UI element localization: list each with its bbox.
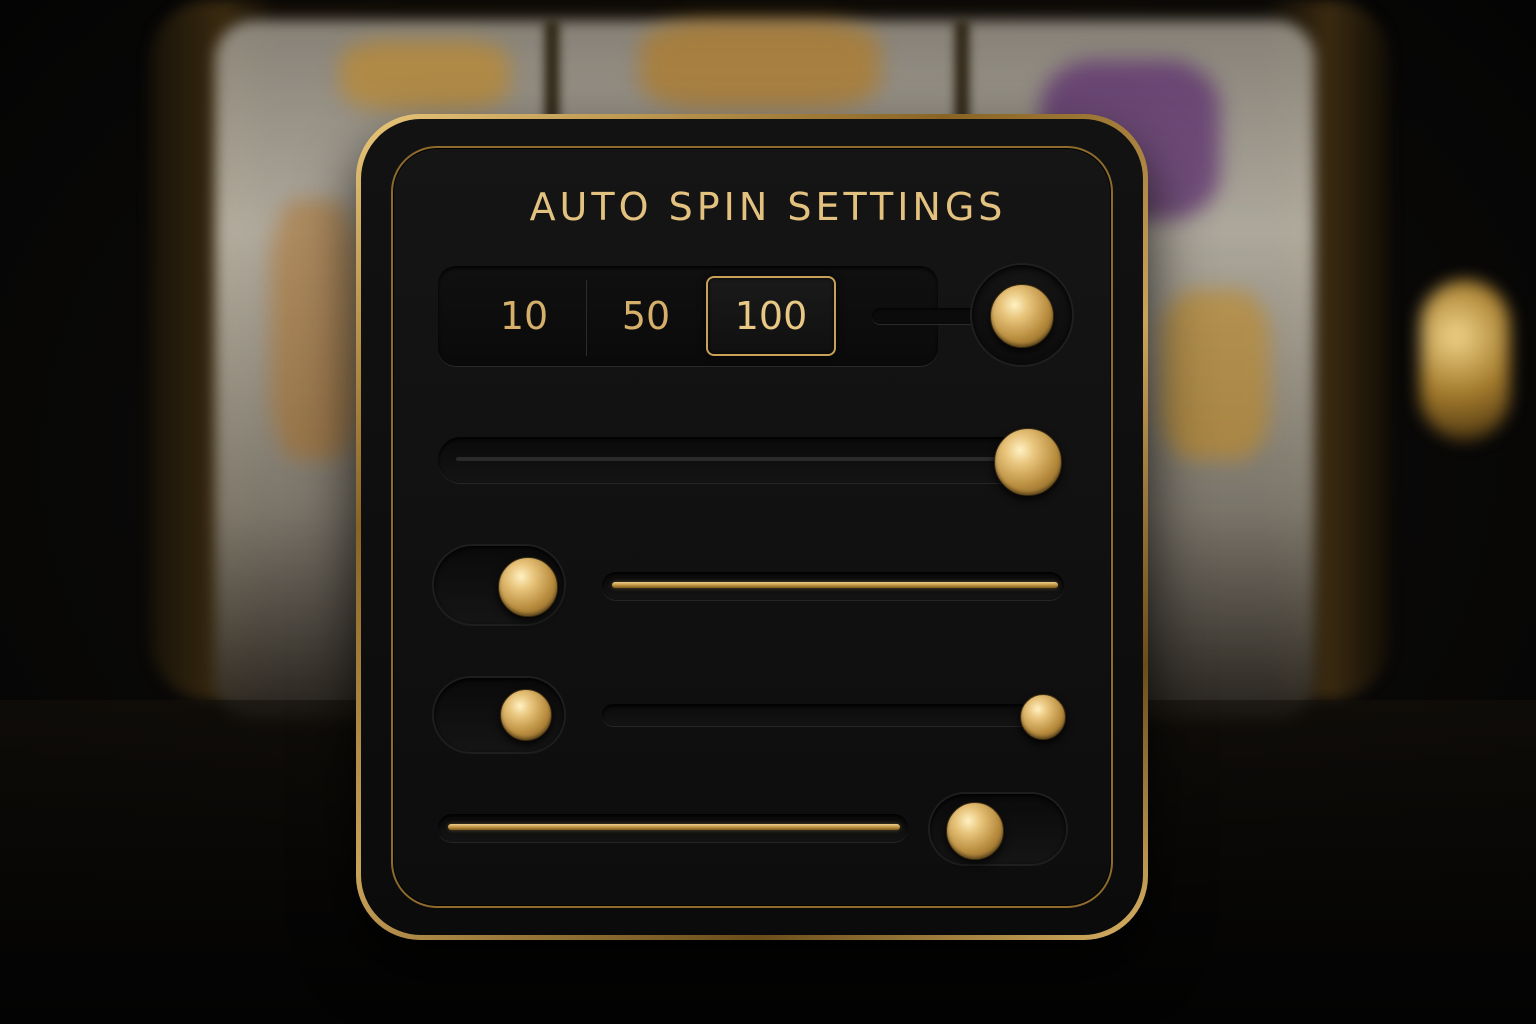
- reel-symbol-blur: [340, 40, 510, 110]
- toggle-2-knob[interactable]: [500, 689, 552, 741]
- divider: [586, 280, 587, 356]
- toggle-1-knob[interactable]: [498, 557, 558, 617]
- reel-symbol-blur: [270, 200, 360, 460]
- bar-1-fill: [612, 582, 1058, 588]
- reel-symbol-blur: [640, 20, 880, 110]
- panel-title: AUTO SPIN SETTINGS: [529, 185, 1007, 229]
- bar-2-fill: [448, 824, 900, 830]
- slider-2-track[interactable]: [602, 704, 1062, 726]
- lever-knob-blur: [1420, 280, 1510, 440]
- slider-1-line: [456, 457, 996, 461]
- slider-1-knob[interactable]: [994, 428, 1062, 496]
- toggle-3-knob[interactable]: [946, 802, 1004, 860]
- reel-symbol-blur: [1160, 290, 1270, 460]
- count-toggle-knob[interactable]: [990, 284, 1054, 348]
- spin-count-option-10[interactable]: 10: [486, 290, 562, 342]
- spin-count-option-100[interactable]: 100: [706, 276, 836, 356]
- slider-2-knob[interactable]: [1020, 694, 1066, 740]
- spin-count-option-50[interactable]: 50: [606, 290, 686, 342]
- game-scene: AUTO SPIN SETTINGS 10 50 100: [0, 0, 1536, 1024]
